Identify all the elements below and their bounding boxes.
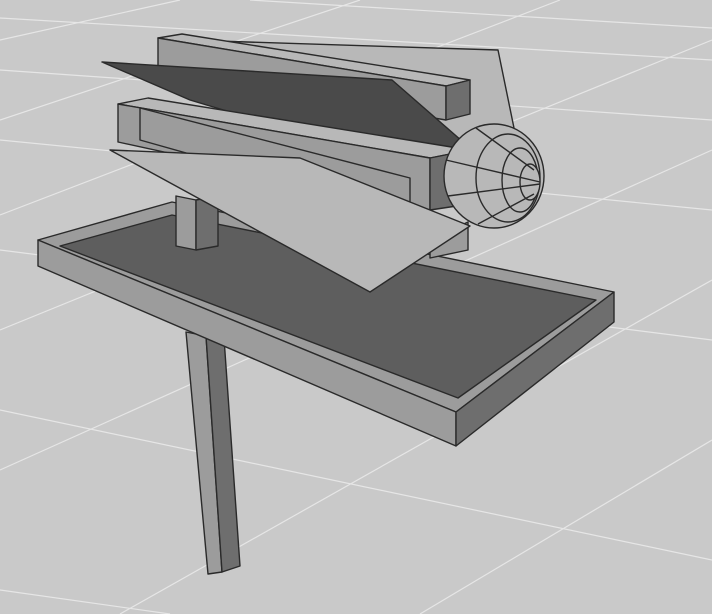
top-rail-end[interactable] <box>445 79 471 121</box>
scene-canvas[interactable] <box>0 0 712 614</box>
nose-cone[interactable] <box>443 123 545 229</box>
center-post-front[interactable] <box>175 195 197 251</box>
3d-viewport[interactable]: support-post tray-base back-panel top-ra… <box>0 0 712 614</box>
